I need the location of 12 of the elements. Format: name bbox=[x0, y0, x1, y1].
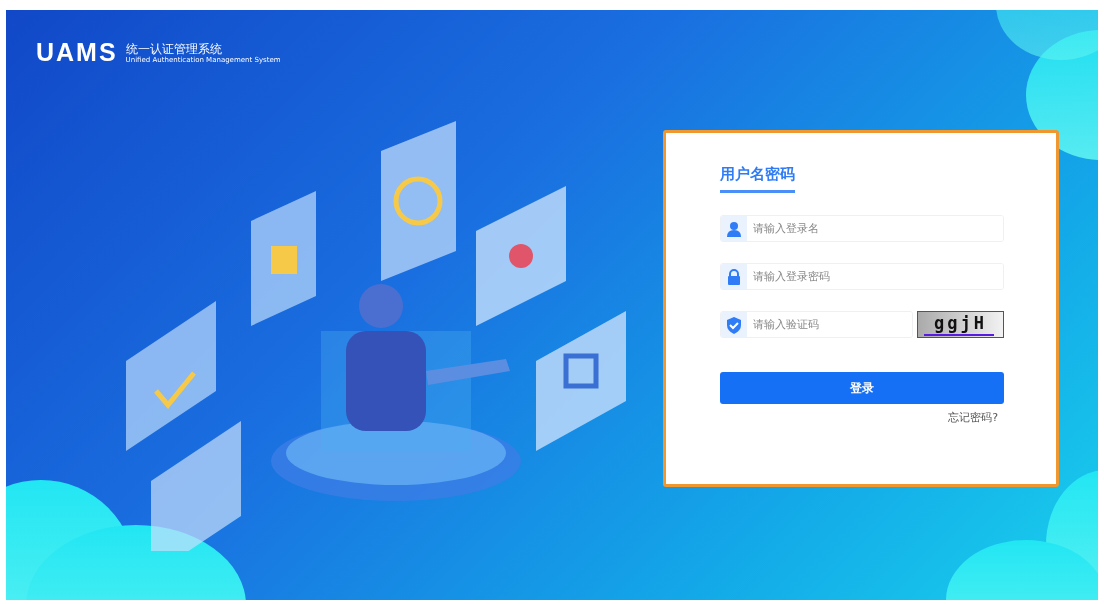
user-icon bbox=[725, 219, 743, 238]
logo-text: UAMS bbox=[36, 38, 118, 67]
captcha-field[interactable]: 请输入验证码 bbox=[720, 311, 913, 338]
captcha-image[interactable]: ggjH bbox=[917, 311, 1004, 338]
forgot-password-link[interactable]: 忘记密码? bbox=[948, 410, 998, 425]
username-field[interactable]: 请输入登录名 bbox=[720, 215, 1004, 242]
app-title: 统一认证管理系统 bbox=[125, 41, 223, 56]
login-button[interactable]: 登录 bbox=[720, 372, 1004, 404]
password-field[interactable]: 请输入登录密码 bbox=[720, 263, 1004, 290]
lock-icon bbox=[725, 267, 743, 286]
shield-icon bbox=[725, 315, 743, 334]
login-tab[interactable]: 用户名密码 bbox=[720, 161, 795, 193]
